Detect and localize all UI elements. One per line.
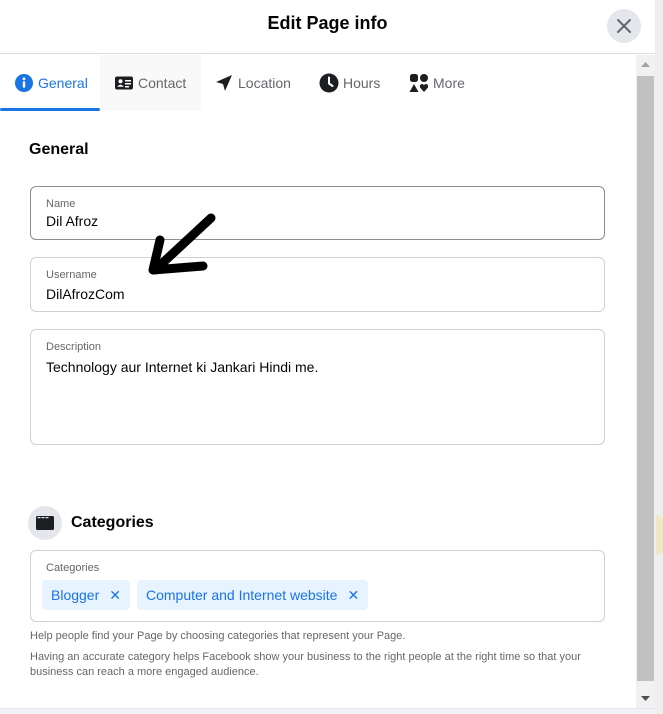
category-chip-label: Computer and Internet website [146, 587, 338, 603]
tab-bar: General Contact Location Hours More [0, 55, 636, 111]
info-icon [14, 73, 34, 93]
close-button[interactable] [607, 9, 641, 43]
description-field[interactable]: Description Technology aur Internet ki J… [30, 329, 605, 445]
background-page-strip [655, 0, 663, 714]
description-field-label: Description [46, 341, 102, 353]
category-chip: Computer and Internet website ✕ [137, 580, 369, 610]
dialog-title: Edit Page info [267, 13, 388, 33]
scroll-up-button[interactable] [636, 55, 655, 74]
triangle-up-icon [641, 62, 650, 67]
scroll-down-button[interactable] [636, 689, 655, 708]
dialog-header: Edit Page info [0, 0, 655, 54]
dialog-footer-edge [0, 708, 655, 714]
categories-help-text-detail: Having an accurate category helps Facebo… [30, 651, 581, 678]
description-field-value[interactable]: Technology aur Internet ki Jankari Hindi… [46, 359, 318, 375]
categories-header: Categories [28, 506, 154, 540]
shapes-icon [409, 73, 429, 93]
category-chip-list: Blogger ✕ Computer and Internet website … [42, 580, 369, 610]
categories-field[interactable]: Categories Blogger ✕ Computer and Intern… [30, 550, 605, 622]
categories-icon-badge [28, 506, 62, 540]
tab-location[interactable]: Location [201, 55, 291, 111]
tab-label: More [433, 75, 465, 91]
general-section-title: General [29, 141, 89, 158]
categories-help-text: Help people find your Page by choosing c… [30, 630, 406, 642]
background-shape [656, 515, 663, 555]
username-field-value[interactable]: DilAfrozCom [46, 286, 125, 302]
location-arrow-icon [214, 73, 234, 93]
name-field-label: Name [46, 198, 76, 210]
name-field-value[interactable]: Dil Afroz [46, 213, 98, 229]
clock-icon [319, 73, 339, 93]
username-field-label: Username [46, 269, 97, 281]
tab-label: Hours [343, 75, 381, 91]
name-field[interactable]: Name Dil Afroz [30, 186, 605, 240]
tab-label: Contact [138, 75, 187, 91]
tab-label: General [38, 75, 88, 91]
edit-page-info-dialog: Edit Page info General Contact Location … [0, 0, 655, 714]
categories-field-label: Categories [46, 562, 100, 574]
folder-icon [36, 516, 54, 530]
scrollbar-thumb[interactable] [637, 76, 654, 681]
dialog-scrollbar[interactable] [636, 55, 655, 708]
username-field[interactable]: Username DilAfrozCom [30, 257, 605, 312]
contact-card-icon [114, 73, 134, 93]
tab-general[interactable]: General [0, 55, 100, 111]
triangle-down-icon [641, 696, 650, 701]
tab-more[interactable]: More [396, 55, 465, 111]
tab-label: Location [238, 75, 291, 91]
remove-category-icon[interactable]: ✕ [347, 587, 359, 604]
category-chip: Blogger ✕ [42, 580, 130, 610]
tab-contact[interactable]: Contact [100, 55, 201, 111]
categories-section-title: Categories [71, 514, 154, 531]
tab-hours[interactable]: Hours [306, 55, 380, 111]
remove-category-icon[interactable]: ✕ [109, 587, 121, 604]
close-icon [617, 19, 631, 33]
category-chip-label: Blogger [51, 587, 100, 603]
